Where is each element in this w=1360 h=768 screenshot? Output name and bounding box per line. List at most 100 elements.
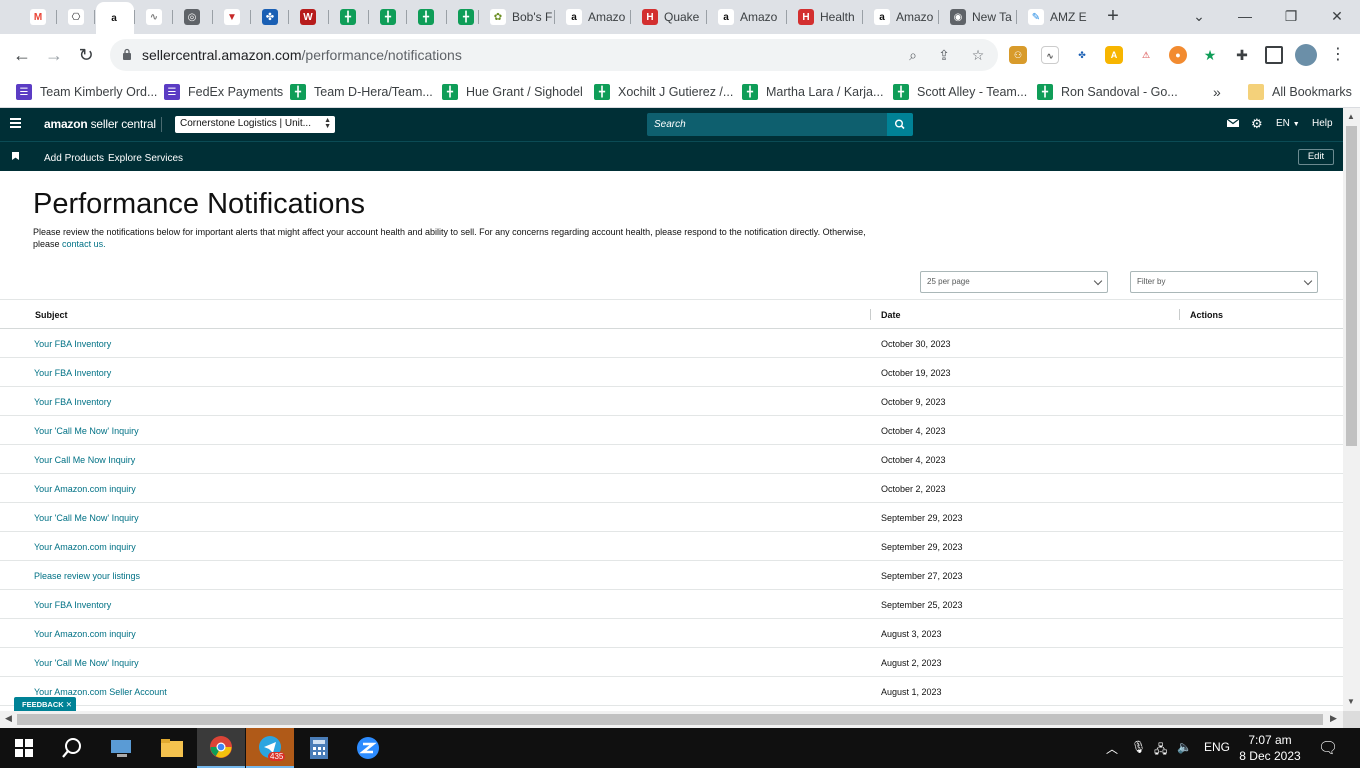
bookmark-nav-icon[interactable] [12, 152, 19, 160]
close-icon[interactable]: ✕ [66, 700, 72, 709]
notification-subject-link[interactable]: Your 'Call Me Now' Inquiry [34, 426, 139, 436]
address-bar[interactable]: sellercentral.amazon.com/performance/not… [110, 39, 998, 71]
browser-tab[interactable]: ╋ [448, 4, 480, 30]
seller-central-logo[interactable]: amazon seller central [44, 117, 156, 131]
help-link[interactable]: Help [1312, 118, 1333, 129]
browser-tab[interactable]: a Amazo [708, 4, 788, 30]
extension-2-icon[interactable]: ∿ [1041, 46, 1059, 64]
bookmark-item[interactable]: ╋ Scott Alley - Team... [893, 82, 1027, 102]
taskbar-chrome[interactable] [197, 728, 245, 768]
scroll-up-arrow-icon[interactable]: ▲ [1347, 112, 1355, 121]
taskbar-search-button[interactable] [48, 728, 96, 768]
extension-4-icon[interactable]: A [1105, 46, 1123, 64]
extension-6-icon[interactable]: ● [1169, 46, 1187, 64]
notifications-icon[interactable]: 🗨 [1318, 738, 1338, 758]
notification-subject-link[interactable]: Your Amazon.com inquiry [34, 629, 136, 639]
browser-tab[interactable]: ∿ [136, 4, 174, 30]
browser-tab[interactable]: H Quake [632, 4, 708, 30]
nav-add-products[interactable]: Add Products [44, 153, 104, 164]
scroll-left-arrow-icon[interactable]: ◀ [5, 713, 12, 724]
browser-tab[interactable]: ◎ [174, 4, 212, 30]
notification-subject-link[interactable]: Your FBA Inventory [34, 397, 111, 407]
language-selector[interactable]: EN ▼ [1276, 118, 1300, 129]
vertical-scroll-thumb[interactable] [1346, 126, 1357, 446]
horizontal-scroll-thumb[interactable] [17, 714, 1323, 725]
chrome-menu-icon[interactable]: ⋮ [1326, 44, 1350, 66]
taskbar-zoom[interactable] [344, 728, 392, 768]
browser-tab[interactable]: ✿ Bob's F [480, 4, 556, 30]
extensions-puzzle-icon[interactable]: ✚ [1233, 46, 1251, 64]
extension-5-icon[interactable]: ⚠ [1137, 46, 1155, 64]
contact-us-link[interactable]: contact us. [62, 239, 106, 249]
minimize-button[interactable]: — [1234, 6, 1256, 26]
notification-subject-link[interactable]: Your Call Me Now Inquiry [34, 455, 135, 465]
all-bookmarks-folder[interactable]: All Bookmarks [1248, 82, 1352, 102]
bookmark-item[interactable]: ╋ Martha Lara / Karja... [742, 82, 883, 102]
show-hidden-icons-icon[interactable]: ︿ [1106, 740, 1118, 757]
column-header-date[interactable]: Date [881, 310, 901, 320]
search-input[interactable]: Search [647, 113, 887, 136]
feedback-button[interactable]: FEEDBACK ✕ [14, 697, 76, 711]
scroll-right-arrow-icon[interactable]: ▶ [1330, 713, 1337, 724]
taskbar-calculator[interactable] [295, 728, 343, 768]
notification-subject-link[interactable]: Your FBA Inventory [34, 368, 111, 378]
profile-avatar[interactable] [1295, 44, 1317, 66]
volume-icon[interactable]: 🔈 [1177, 740, 1192, 754]
side-panel-icon[interactable] [1265, 46, 1283, 64]
notification-subject-link[interactable]: Your 'Call Me Now' Inquiry [34, 658, 139, 668]
bookmark-star-icon[interactable]: ☆ [970, 47, 986, 63]
browser-tab[interactable]: ╋ [408, 4, 448, 30]
notification-subject-link[interactable]: Your Amazon.com inquiry [34, 542, 136, 552]
filter-select[interactable]: Filter by [1130, 271, 1318, 293]
notification-subject-link[interactable]: Please review your listings [34, 571, 140, 581]
browser-tab[interactable]: a Amazo [556, 4, 632, 30]
search-button[interactable] [887, 113, 913, 136]
per-page-select[interactable]: 25 per page [920, 271, 1108, 293]
browser-tab[interactable]: W [290, 4, 330, 30]
notification-subject-link[interactable]: Your Amazon.com inquiry [34, 484, 136, 494]
horizontal-scrollbar[interactable]: ◀ ▶ [0, 711, 1343, 728]
bookmark-item[interactable]: ☰ FedEx Payments [164, 82, 283, 102]
back-button[interactable]: ← [10, 44, 34, 66]
forward-button[interactable]: → [42, 44, 66, 66]
tab-search-icon[interactable]: ⌄ [1188, 6, 1210, 26]
extension-3-icon[interactable]: ✤ [1073, 46, 1091, 64]
hamburger-menu-icon[interactable] [10, 118, 21, 128]
taskbar-telegram[interactable]: 435 [246, 728, 294, 768]
close-window-button[interactable]: ✕ [1326, 6, 1348, 26]
bookmark-item[interactable]: ╋ Hue Grant / Sighodel [442, 82, 583, 102]
taskbar-file-explorer[interactable] [148, 728, 196, 768]
extension-7-icon[interactable]: ★ [1201, 46, 1219, 64]
network-icon[interactable]: 🖧 [1154, 740, 1167, 761]
microphone-icon[interactable]: 🎙 [1131, 740, 1146, 754]
marketplace-selector[interactable]: Cornerstone Logistics | Unit... ▲ ▼ [175, 116, 335, 133]
mail-icon[interactable] [1226, 118, 1240, 131]
extension-1-icon[interactable]: ⚇ [1009, 46, 1027, 64]
bookmark-item[interactable]: ╋ Team D-Hera/Team... [290, 82, 433, 102]
reload-button[interactable]: ↻ [74, 44, 98, 66]
browser-tab[interactable]: H Health [788, 4, 864, 30]
system-clock[interactable]: 7:07 am 8 Dec 2023 [1238, 732, 1302, 764]
new-tab-button[interactable]: + [1104, 6, 1122, 26]
browser-tab[interactable]: ╋ [370, 4, 408, 30]
notification-subject-link[interactable]: Your FBA Inventory [34, 600, 111, 610]
browser-tab[interactable]: a [96, 2, 134, 34]
browser-tab[interactable]: ◉ New Ta [940, 4, 1018, 30]
windows-start-button[interactable] [0, 728, 48, 768]
bookmark-item[interactable]: ☰ Team Kimberly Ord... [16, 82, 157, 102]
input-language[interactable]: ENG [1204, 740, 1230, 754]
column-header-subject[interactable]: Subject [35, 310, 68, 320]
more-bookmarks-icon[interactable]: » [1213, 82, 1221, 102]
zoom-icon[interactable]: ⌕ [905, 47, 921, 63]
settings-gear-icon[interactable]: ⚙ [1251, 116, 1263, 132]
browser-tab[interactable]: a Amazo [864, 4, 940, 30]
browser-tab[interactable]: M [20, 4, 58, 30]
browser-tab[interactable]: ╋ [330, 4, 370, 30]
taskbar-computer-app[interactable] [98, 728, 146, 768]
share-icon[interactable]: ⇪ [936, 47, 952, 63]
vertical-scrollbar[interactable]: ▲ ▼ [1343, 108, 1360, 711]
notification-subject-link[interactable]: Your Amazon.com Seller Account [34, 687, 167, 697]
edit-nav-button[interactable]: Edit [1298, 149, 1334, 165]
browser-tab[interactable]: ▼ [214, 4, 252, 30]
restore-button[interactable]: ❐ [1280, 6, 1302, 26]
